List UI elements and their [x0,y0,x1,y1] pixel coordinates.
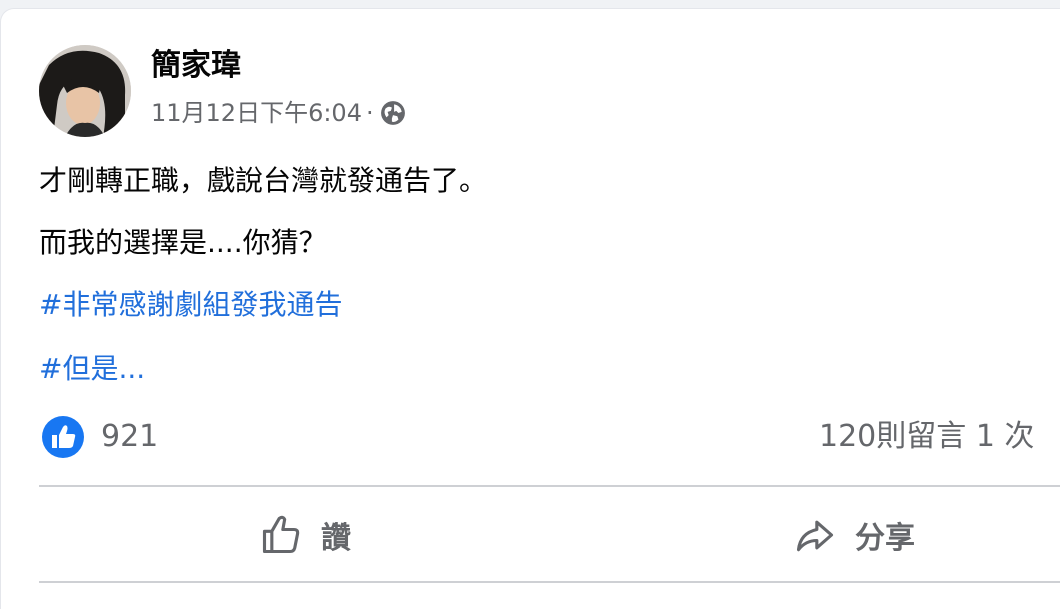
post-timestamp[interactable]: 11月12日下午6:04 [151,97,362,129]
meta-separator: · [365,99,374,127]
avatar[interactable] [39,45,131,137]
post-meta: 11月12日下午6:04 · [151,97,406,129]
share-arrow-icon [796,520,834,552]
post-text-line: 而我的選擇是....你猜？ [39,226,327,259]
globe-icon[interactable] [380,100,406,126]
avatar-image [39,45,131,137]
post-text-line: 才剛轉正職，戲說台灣就發通告了。 [39,164,488,197]
like-button[interactable]: 讚 [259,511,351,559]
comment-count[interactable]: 120則留言 [819,419,966,454]
hashtag-link[interactable]: #非常感謝劇組發我通告 [39,285,342,325]
share-label: 分享 [855,521,915,556]
engagement-stats: 120則留言 1 次 [819,417,1034,457]
post-card: 簡家瑋 11月12日下午6:04 · 才剛轉正職，戲說台灣就發通告了。 而我的選… [0,8,1060,609]
reaction-count[interactable]: 921 [101,417,158,457]
divider [39,485,1060,487]
hashtag-link[interactable]: #但是... [39,349,145,389]
share-count[interactable]: 1 次 [976,419,1035,454]
thumbs-up-outline-icon [262,515,300,554]
author-name[interactable]: 簡家瑋 [151,47,241,85]
thumbs-up-icon[interactable] [41,415,85,459]
share-button[interactable]: 分享 [793,511,915,559]
divider [39,581,1060,583]
like-label: 讚 [321,521,351,556]
